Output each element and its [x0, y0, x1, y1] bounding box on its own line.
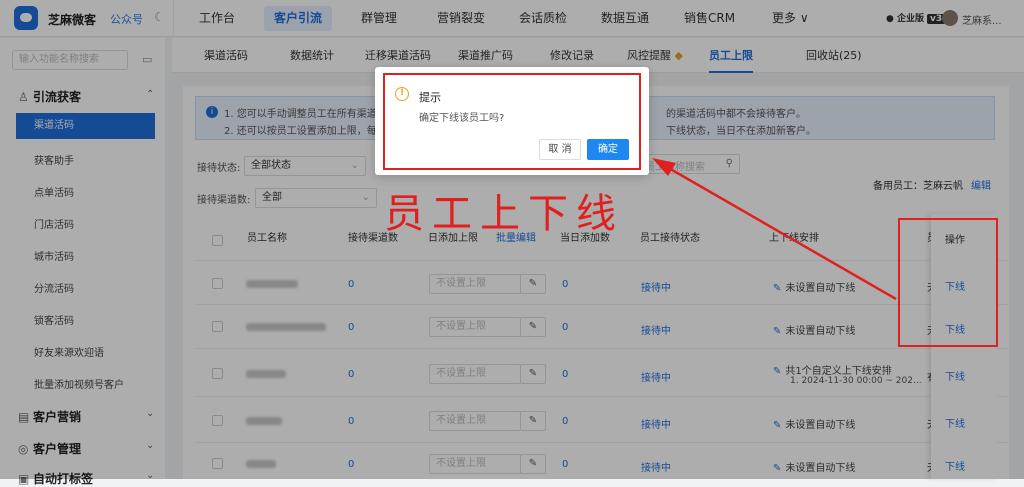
annotation-arrow	[652, 158, 897, 301]
